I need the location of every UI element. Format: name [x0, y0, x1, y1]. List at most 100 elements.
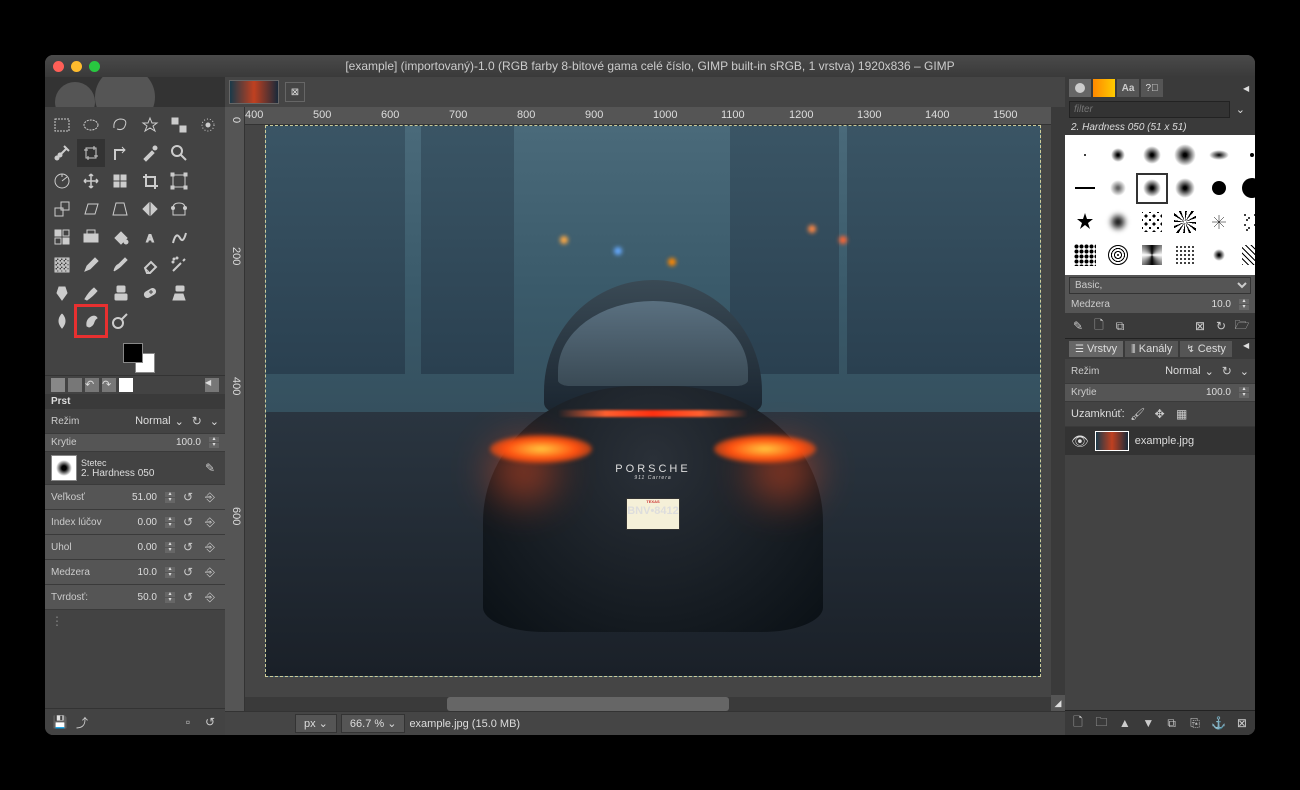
- opacity-row[interactable]: Krytie 100.0 ▴▾: [45, 434, 225, 452]
- brush-grid[interactable]: [1065, 135, 1255, 275]
- link-icon[interactable]: ⎆: [201, 538, 219, 556]
- undo-icon[interactable]: ↶: [85, 378, 99, 392]
- edit-brush-icon[interactable]: ✎: [1069, 317, 1087, 335]
- tool-option-row[interactable]: Index lúčov0.00▴▾↺⎆: [45, 510, 225, 535]
- device-status-icon[interactable]: [51, 378, 65, 392]
- pencil-tool[interactable]: [77, 251, 105, 279]
- brush-preset-select[interactable]: Basic,: [1069, 277, 1251, 294]
- save-preset-icon[interactable]: 💾: [51, 713, 69, 731]
- vertical-ruler[interactable]: 0200400600: [225, 107, 245, 711]
- chevron-down-icon[interactable]: ⌄: [175, 415, 184, 428]
- layer-mode-select[interactable]: Normal: [1165, 365, 1200, 377]
- raise-layer-icon[interactable]: ▲: [1116, 714, 1134, 732]
- scale-tool[interactable]: [48, 195, 76, 223]
- perspective-tool[interactable]: [106, 195, 134, 223]
- by-color-select-tool[interactable]: [165, 111, 193, 139]
- color-picker-tool[interactable]: [136, 139, 164, 167]
- opacity-spinner[interactable]: ▴▾: [209, 437, 219, 448]
- image-tab-thumbnail[interactable]: [229, 80, 279, 104]
- rotate-tool[interactable]: [106, 139, 134, 167]
- duplicate-layer-icon[interactable]: ⧉: [1163, 714, 1181, 732]
- link-icon[interactable]: ⎆: [201, 513, 219, 531]
- chevron-down-icon[interactable]: ⌄: [210, 415, 219, 428]
- images-icon[interactable]: [119, 378, 133, 392]
- brush-spacing-row[interactable]: Medzera 10.0 ▴▾: [1065, 296, 1255, 314]
- layer-visibility-icon[interactable]: 👁: [1071, 433, 1089, 450]
- merge-down-icon[interactable]: ⎘: [1186, 714, 1204, 732]
- layer-item[interactable]: 👁 example.jpg: [1065, 427, 1255, 455]
- heal-tool[interactable]: [136, 279, 164, 307]
- blur-tool[interactable]: [48, 307, 76, 335]
- opacity-value[interactable]: 100.0: [155, 437, 205, 448]
- free-select-tool[interactable]: [106, 111, 134, 139]
- warp-tool[interactable]: [48, 223, 76, 251]
- lock-alpha-icon[interactable]: ▦: [1173, 405, 1191, 423]
- document-history-tab[interactable]: ?⃝: [1141, 79, 1163, 97]
- rect-select-tool[interactable]: [48, 111, 76, 139]
- paintbrush-tool[interactable]: [106, 251, 134, 279]
- crop-tool[interactable]: [77, 139, 105, 167]
- tool-option-row[interactable]: Medzera10.0▴▾↺⎆: [45, 560, 225, 585]
- move-tool[interactable]: [77, 167, 105, 195]
- layers-list[interactable]: [1065, 455, 1255, 710]
- cage-tool[interactable]: [165, 195, 193, 223]
- clone-tool[interactable]: [106, 279, 134, 307]
- flip-tool[interactable]: [136, 195, 164, 223]
- new-layer-icon[interactable]: 🗋: [1069, 714, 1087, 732]
- brush-name[interactable]: 2. Hardness 050: [81, 468, 197, 479]
- delete-layer-icon[interactable]: ⊠: [1233, 714, 1251, 732]
- zoom-selector[interactable]: 66.7 % ⌄: [341, 714, 406, 733]
- paths-tab[interactable]: ↯ Cesty: [1180, 341, 1232, 357]
- chevron-down-icon[interactable]: ⌄: [1230, 101, 1251, 118]
- fonts-tab[interactable]: Aa: [1117, 79, 1139, 97]
- link-icon[interactable]: ⎆: [201, 588, 219, 606]
- fuzzy-select-tool[interactable]: [136, 111, 164, 139]
- brush-filter-input[interactable]: [1069, 101, 1230, 118]
- reset-icon[interactable]: ↺: [179, 588, 197, 606]
- close-tab-button[interactable]: ⊠: [285, 82, 305, 102]
- new-group-icon[interactable]: 🗀: [1092, 714, 1110, 732]
- reset-icon[interactable]: ↺: [179, 563, 197, 581]
- link-icon[interactable]: ⎆: [201, 488, 219, 506]
- blend-tool[interactable]: [48, 251, 76, 279]
- gradient-tool[interactable]: [165, 223, 193, 251]
- align-tool[interactable]: [106, 167, 134, 195]
- horizontal-scrollbar[interactable]: [245, 697, 1051, 711]
- anchor-layer-icon[interactable]: ⚓: [1210, 714, 1228, 732]
- eraser-tool[interactable]: [136, 251, 164, 279]
- reset-icon[interactable]: ↺: [179, 538, 197, 556]
- navigation-icon[interactable]: ◢: [1051, 695, 1065, 711]
- dodge-burn-tool[interactable]: [106, 307, 134, 335]
- tool-option-row[interactable]: Veľkosť51.00▴▾↺⎆: [45, 485, 225, 510]
- delete-brush-icon[interactable]: ⊠: [1191, 317, 1209, 335]
- ink-tool[interactable]: [48, 279, 76, 307]
- open-as-image-icon[interactable]: 🗁: [1233, 317, 1251, 335]
- redo-icon[interactable]: ↷: [102, 378, 116, 392]
- reset-icon[interactable]: ↺: [179, 488, 197, 506]
- text-tool[interactable]: A: [136, 223, 164, 251]
- shear-tool[interactable]: [77, 195, 105, 223]
- brushes-tab[interactable]: [1069, 79, 1091, 97]
- new-brush-icon[interactable]: 🗋: [1090, 317, 1108, 335]
- dock-menu-icon[interactable]: ◀: [1243, 84, 1251, 93]
- iscissors-tool[interactable]: [194, 111, 222, 139]
- mode-dropdown[interactable]: Normal: [135, 415, 170, 427]
- lower-layer-icon[interactable]: ▼: [1139, 714, 1157, 732]
- reset-icon[interactable]: ↺: [179, 513, 197, 531]
- unit-selector[interactable]: px ⌄: [295, 714, 337, 733]
- perspective-clone-tool[interactable]: [165, 279, 193, 307]
- reset-mode-icon[interactable]: ↻: [188, 412, 206, 430]
- dock-menu-icon[interactable]: ◀: [1243, 341, 1251, 357]
- layer-thumbnail[interactable]: [1095, 431, 1129, 451]
- chevron-down-icon[interactable]: ⌄: [1205, 365, 1214, 378]
- brush-editor-icon[interactable]: ✎: [201, 459, 219, 477]
- measure-tool[interactable]: [48, 167, 76, 195]
- layer-opacity-row[interactable]: Krytie 100.0 ▴▾: [1065, 384, 1255, 402]
- mypaint-tool[interactable]: [77, 279, 105, 307]
- link-icon[interactable]: ⎆: [201, 563, 219, 581]
- tool-options-icon[interactable]: [68, 378, 82, 392]
- bucket-fill-tool[interactable]: [106, 223, 134, 251]
- horizontal-ruler[interactable]: 4005006007008009001000110012001300140015…: [245, 107, 1051, 125]
- unified-transform-tool[interactable]: [165, 167, 193, 195]
- layers-tab[interactable]: ☰ Vrstvy: [1069, 341, 1123, 357]
